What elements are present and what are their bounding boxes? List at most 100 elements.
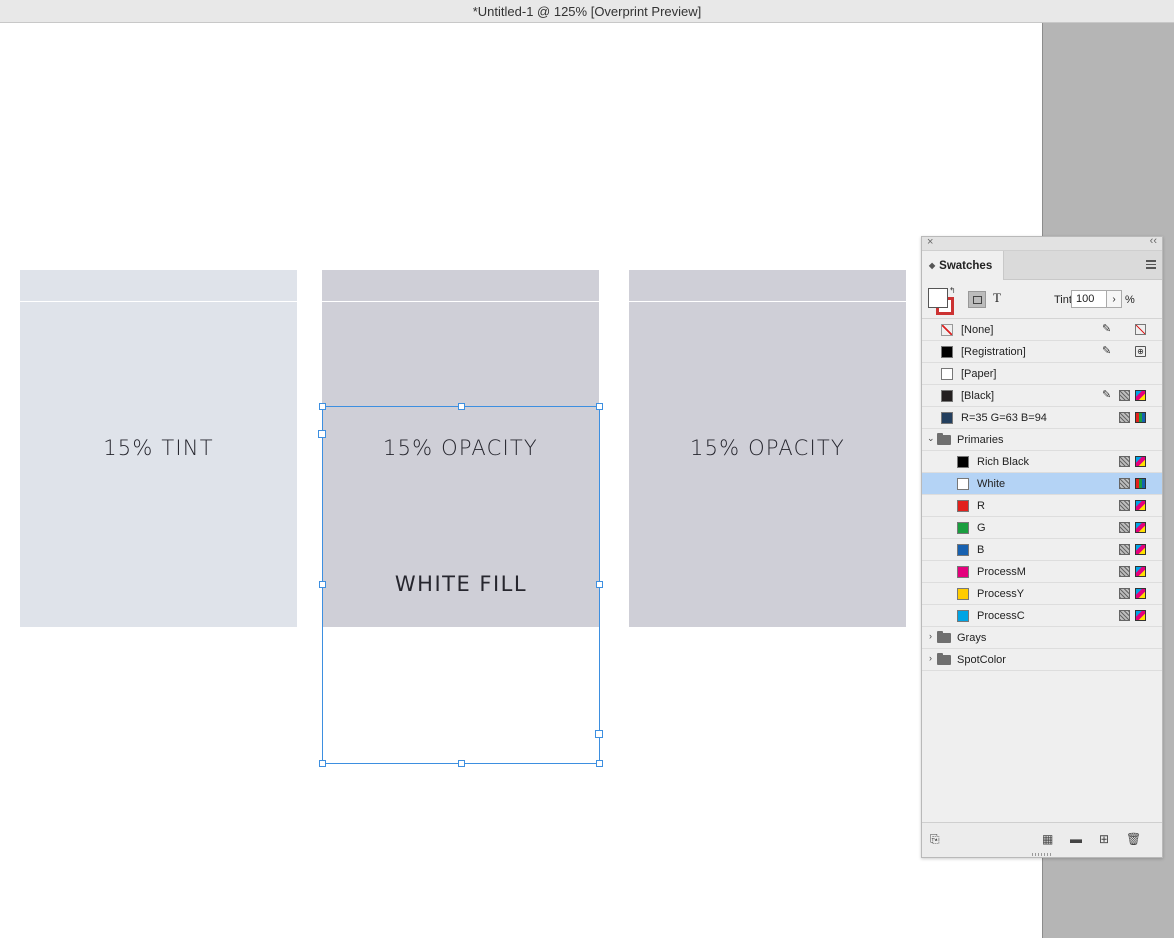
handle-bottom-center[interactable] <box>458 760 465 767</box>
window-title: *Untitled-1 @ 125% [Overprint Preview] <box>472 3 702 19</box>
delete-swatch-icon[interactable]: 🗑 <box>1126 832 1141 846</box>
tab-arrows-icon: ◆ <box>929 261 936 270</box>
opacity-box-right[interactable]: 15% OPACITY <box>629 270 906 627</box>
process-color-icon <box>1119 566 1130 577</box>
swatch-group-grays[interactable]: › Grays <box>922 627 1162 649</box>
swatch-row-none[interactable]: [None] ✎ <box>922 319 1162 341</box>
swatch-group-spotcolor[interactable]: › SpotColor <box>922 649 1162 671</box>
handle-top-center[interactable] <box>458 403 465 410</box>
swatch-row-paper[interactable]: [Paper] <box>922 363 1162 385</box>
folder-icon <box>937 433 951 445</box>
handle-middle-left[interactable] <box>319 581 326 588</box>
rgb-icon <box>1135 412 1146 423</box>
locked-icon: ✎ <box>1102 389 1112 401</box>
swatch-row-r[interactable]: R <box>922 495 1162 517</box>
process-color-icon <box>1119 500 1130 511</box>
new-color-group-icon[interactable]: ▬ <box>1070 832 1082 846</box>
cmyk-icon <box>1135 566 1146 577</box>
swatch-name: Rich Black <box>977 456 1029 468</box>
cmyk-icon <box>1135 522 1146 533</box>
rgb-icon <box>1135 478 1146 489</box>
box-label: 15% TINT <box>103 436 214 460</box>
fill-box[interactable] <box>928 288 948 308</box>
box-rule <box>20 301 297 302</box>
process-color-icon <box>1119 544 1130 555</box>
handle-bottom-left[interactable] <box>319 760 326 767</box>
swatch-name: ProcessM <box>977 566 1026 578</box>
swatch-name: B <box>977 544 985 556</box>
process-color-icon <box>1119 390 1130 401</box>
process-color-icon <box>1119 588 1130 599</box>
swatch-row-processc[interactable]: ProcessC <box>922 605 1162 627</box>
swatch-name: [None] <box>961 324 994 336</box>
registration-icon: ⊕ <box>1135 346 1146 357</box>
swatch-row-rgb-navy[interactable]: R=35 G=63 B=94 <box>922 407 1162 429</box>
swatch-chip <box>941 412 953 424</box>
cmyk-icon <box>1135 588 1146 599</box>
swatch-chip <box>941 346 953 358</box>
in-port-handle[interactable] <box>318 430 326 438</box>
place-swatches-icon[interactable]: ⎘ <box>930 832 940 847</box>
locked-icon: ✎ <box>1102 323 1112 335</box>
selected-frame[interactable] <box>322 406 600 764</box>
disclosure-open-icon[interactable]: ⌄ <box>927 433 935 444</box>
swatch-chip <box>957 522 969 534</box>
swatch-chip <box>941 390 953 402</box>
process-color-icon <box>1119 522 1130 533</box>
swatch-group-primaries[interactable]: ⌄ Primaries <box>922 429 1162 451</box>
swatch-row-white[interactable]: White <box>922 473 1162 495</box>
handle-top-left[interactable] <box>319 403 326 410</box>
swatch-name: [Registration] <box>961 346 1026 358</box>
handle-bottom-right[interactable] <box>596 760 603 767</box>
swatch-row-g[interactable]: G <box>922 517 1162 539</box>
collapse-icon[interactable]: ‹‹ <box>1150 235 1157 247</box>
swatch-name: White <box>977 478 1006 490</box>
box-rule <box>629 301 906 302</box>
swatch-row-b[interactable]: B <box>922 539 1162 561</box>
formatting-text-button[interactable]: T <box>993 290 1001 306</box>
close-icon[interactable]: × <box>927 236 933 248</box>
new-swatch-icon[interactable]: ⊞ <box>1099 832 1109 846</box>
locked-icon: ✎ <box>1102 345 1112 357</box>
disclosure-closed-icon[interactable]: › <box>929 653 932 663</box>
swatch-chip <box>957 544 969 556</box>
tint-unit: % <box>1125 294 1135 306</box>
process-color-icon <box>1119 478 1130 489</box>
tint-box[interactable]: 15% TINT <box>20 270 297 627</box>
swatch-chip <box>957 610 969 622</box>
panel-menu-icon[interactable] <box>1146 260 1156 271</box>
tab-label: Swatches <box>939 259 993 272</box>
swatch-name: R=35 G=63 B=94 <box>961 412 1047 424</box>
cmyk-icon <box>1135 544 1146 555</box>
fill-stroke-selector[interactable]: ↰ <box>928 286 956 316</box>
formatting-container-button[interactable] <box>968 291 986 308</box>
swatch-row-rich-black[interactable]: Rich Black <box>922 451 1162 473</box>
handle-top-right[interactable] <box>596 403 603 410</box>
disclosure-closed-icon[interactable]: › <box>929 631 932 641</box>
swatch-views-icon[interactable]: ▦ <box>1042 832 1053 846</box>
tab-swatches[interactable]: ◆ Swatches <box>922 251 1004 280</box>
cmyk-icon <box>1135 500 1146 511</box>
swatch-chip <box>957 500 969 512</box>
box-rule <box>322 301 599 302</box>
handle-middle-right[interactable] <box>596 581 603 588</box>
swatch-chip <box>957 456 969 468</box>
resize-grip[interactable] <box>1032 853 1052 856</box>
window-title-bar: *Untitled-1 @ 125% [Overprint Preview] <box>0 0 1174 23</box>
swatch-chip <box>941 368 953 380</box>
tint-arrow-button[interactable]: › <box>1107 290 1122 308</box>
folder-icon <box>937 653 951 665</box>
swatch-row-registration[interactable]: [Registration] ✎ ⊕ <box>922 341 1162 363</box>
box-label: 15% OPACITY <box>690 436 845 460</box>
swatch-row-processm[interactable]: ProcessM <box>922 561 1162 583</box>
swatch-chip <box>957 478 969 490</box>
process-color-icon <box>1119 610 1130 621</box>
swatch-row-processy[interactable]: ProcessY <box>922 583 1162 605</box>
swatch-row-black[interactable]: [Black] ✎ <box>922 385 1162 407</box>
swap-icon[interactable]: ↰ <box>949 286 956 295</box>
swatches-panel: × ‹‹ ◆ Swatches ↰ T Tint: 100 › % [None]… <box>921 235 1163 858</box>
out-port-handle[interactable] <box>595 730 603 738</box>
cmyk-icon <box>1135 390 1146 401</box>
cmyk-icon <box>1135 456 1146 467</box>
tint-input[interactable]: 100 <box>1071 290 1107 308</box>
